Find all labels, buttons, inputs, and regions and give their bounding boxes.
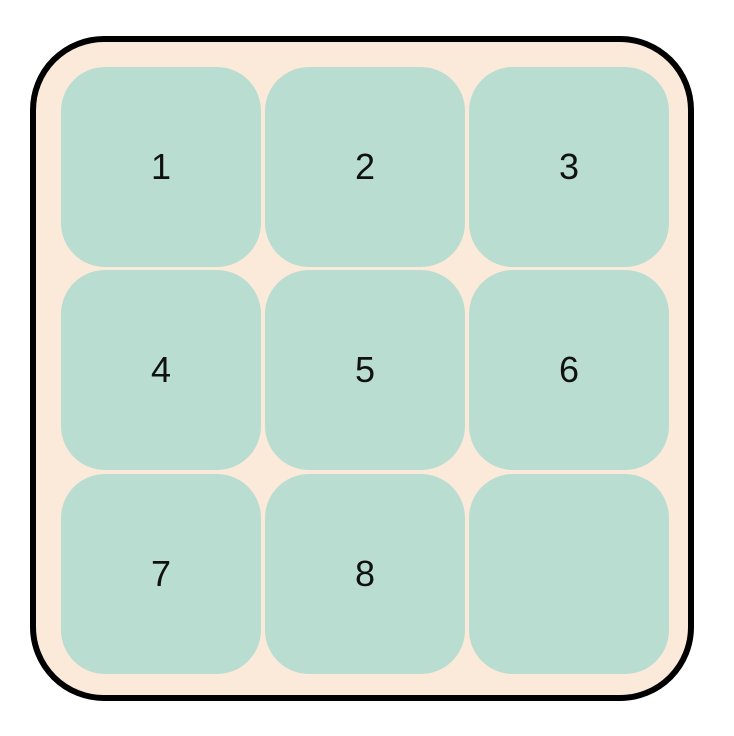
tile-3[interactable]: 3 (469, 67, 669, 267)
tile-6[interactable]: 6 (469, 270, 669, 470)
tile-8[interactable]: 8 (265, 474, 465, 674)
tile-blank[interactable] (469, 474, 669, 674)
tile-1[interactable]: 1 (61, 67, 261, 267)
tile-5[interactable]: 5 (265, 270, 465, 470)
tile-2[interactable]: 2 (265, 67, 465, 267)
tile-4[interactable]: 4 (61, 270, 261, 470)
tile-7[interactable]: 7 (61, 474, 261, 674)
puzzle-board: 1 2 3 4 5 6 7 8 (30, 36, 694, 701)
